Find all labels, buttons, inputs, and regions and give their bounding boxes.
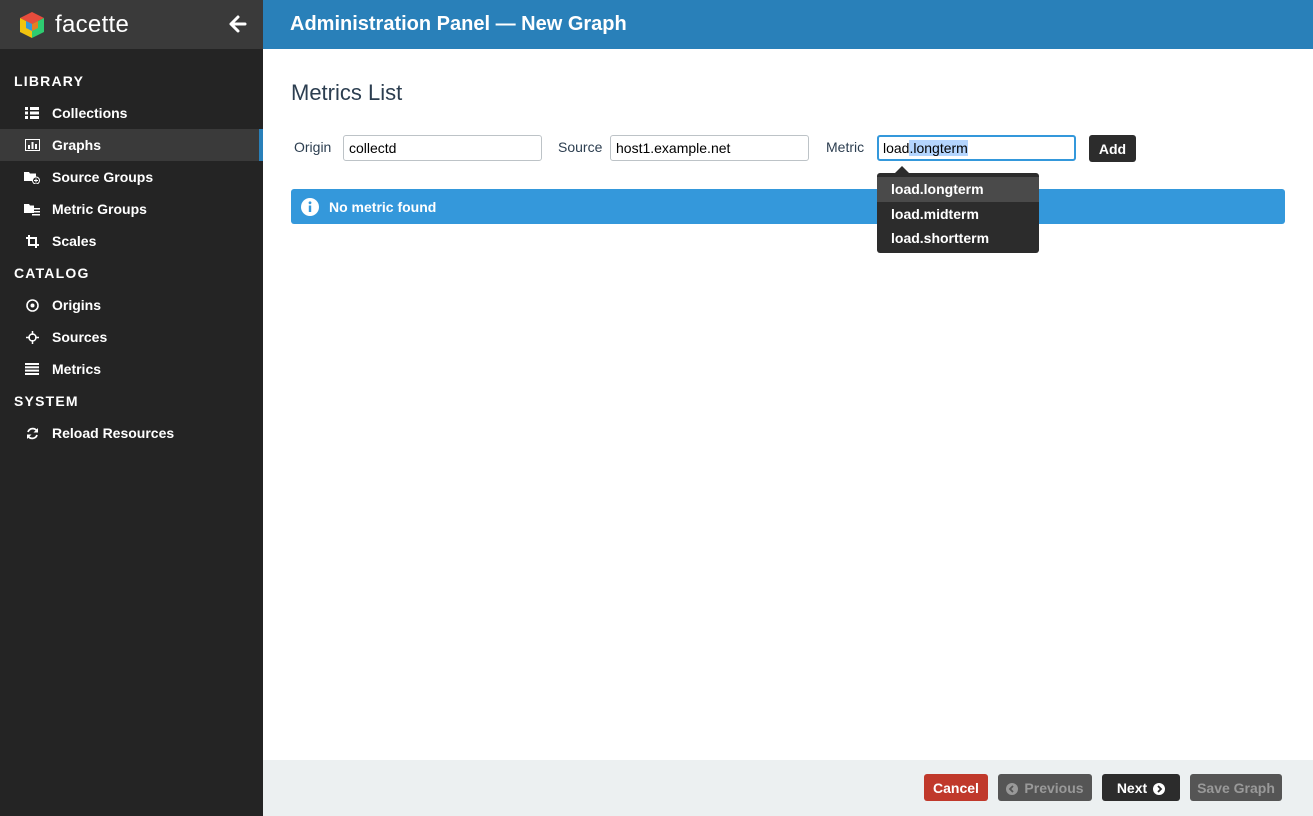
origin-input[interactable] [343, 135, 542, 161]
sidebar-item-reload-resources[interactable]: Reload Resources [0, 417, 263, 449]
metric-label: Metric [826, 139, 865, 155]
sidebar-item-sources[interactable]: Sources [0, 321, 263, 353]
add-button[interactable]: Add [1089, 135, 1136, 162]
cancel-button[interactable]: Cancel [924, 774, 988, 801]
sidebar-item-metric-groups[interactable]: Metric Groups [0, 193, 263, 225]
dot-circle-icon [24, 297, 40, 313]
autocomplete-option[interactable]: load.longterm [877, 177, 1039, 202]
crop-icon [24, 233, 40, 249]
sidebar-item-label: Collections [52, 105, 128, 121]
no-metric-alert: No metric found [291, 189, 1285, 224]
metric-autocomplete-dropdown: load.longterm load.midterm load.shortter… [877, 166, 1039, 253]
refresh-icon [24, 425, 40, 441]
sidebar-item-label: Metric Groups [52, 201, 147, 217]
metric-selected-text: .longterm [909, 140, 968, 156]
sidebar-item-label: Sources [52, 329, 108, 345]
sidebar-item-label: Metrics [52, 361, 102, 377]
info-icon [301, 197, 319, 216]
page-title: Administration Panel — New Graph [290, 13, 627, 35]
sidebar-item-origins[interactable]: Origins [0, 289, 263, 321]
sidebar-item-source-groups[interactable]: Source Groups [0, 161, 263, 193]
section-system: SYSTEM [14, 393, 79, 409]
section-heading: Metrics List [291, 80, 403, 105]
metric-form: Origin Source Metric load.longterm Add [291, 135, 1285, 162]
section-library: LIBRARY [14, 73, 85, 89]
cancel-label: Cancel [933, 779, 979, 796]
sidebar-item-label: Scales [52, 233, 97, 249]
source-label: Source [558, 139, 603, 155]
sidebar-item-label: Graphs [52, 137, 102, 153]
autocomplete-option[interactable]: load.midterm [877, 202, 1039, 227]
chevron-right-circle-icon [1153, 782, 1166, 795]
metric-typed-text: load [883, 140, 910, 156]
previous-label: Previous [1024, 779, 1084, 796]
bar-chart-icon [24, 137, 40, 153]
main-content: Metrics List Origin Source Metric load.l… [263, 49, 1313, 760]
sidebar-item-label: Reload Resources [52, 425, 175, 441]
footer-bar: Cancel Previous Next Save Graph [263, 760, 1313, 816]
next-button[interactable]: Next [1102, 774, 1180, 801]
grid-icon [24, 105, 40, 121]
list-icon [24, 361, 40, 377]
origin-label: Origin [294, 139, 332, 155]
save-graph-label: Save Graph [1197, 779, 1275, 796]
autocomplete-option[interactable]: load.shortterm [877, 226, 1039, 251]
brand-name: facette [55, 10, 130, 38]
folder-plus-icon [24, 169, 40, 185]
sidebar-item-metrics[interactable]: Metrics [0, 353, 263, 385]
brand-bar: facette [0, 0, 263, 49]
sidebar-item-label: Origins [52, 297, 102, 313]
next-label: Next [1116, 779, 1148, 796]
sidebar-item-scales[interactable]: Scales [0, 225, 263, 257]
sidebar-item-graphs[interactable]: Graphs [0, 129, 263, 161]
arrow-left-icon[interactable] [227, 13, 249, 35]
source-input[interactable] [610, 135, 809, 161]
previous-button[interactable]: Previous [998, 774, 1092, 801]
page-header: Administration Panel — New Graph [263, 0, 1313, 49]
folder-list-icon [24, 201, 40, 217]
sidebar: facette LIBRARY Collections Graphs Sourc… [0, 0, 263, 816]
section-catalog: CATALOG [14, 265, 90, 281]
save-graph-button[interactable]: Save Graph [1190, 774, 1282, 801]
sidebar-item-label: Source Groups [52, 169, 154, 185]
alert-text: No metric found [329, 198, 437, 215]
chevron-left-circle-icon [1006, 782, 1019, 795]
sidebar-item-collections[interactable]: Collections [0, 97, 263, 129]
metric-input[interactable]: load.longterm [877, 135, 1076, 161]
facette-logo [17, 10, 47, 40]
crosshair-icon [24, 329, 40, 345]
